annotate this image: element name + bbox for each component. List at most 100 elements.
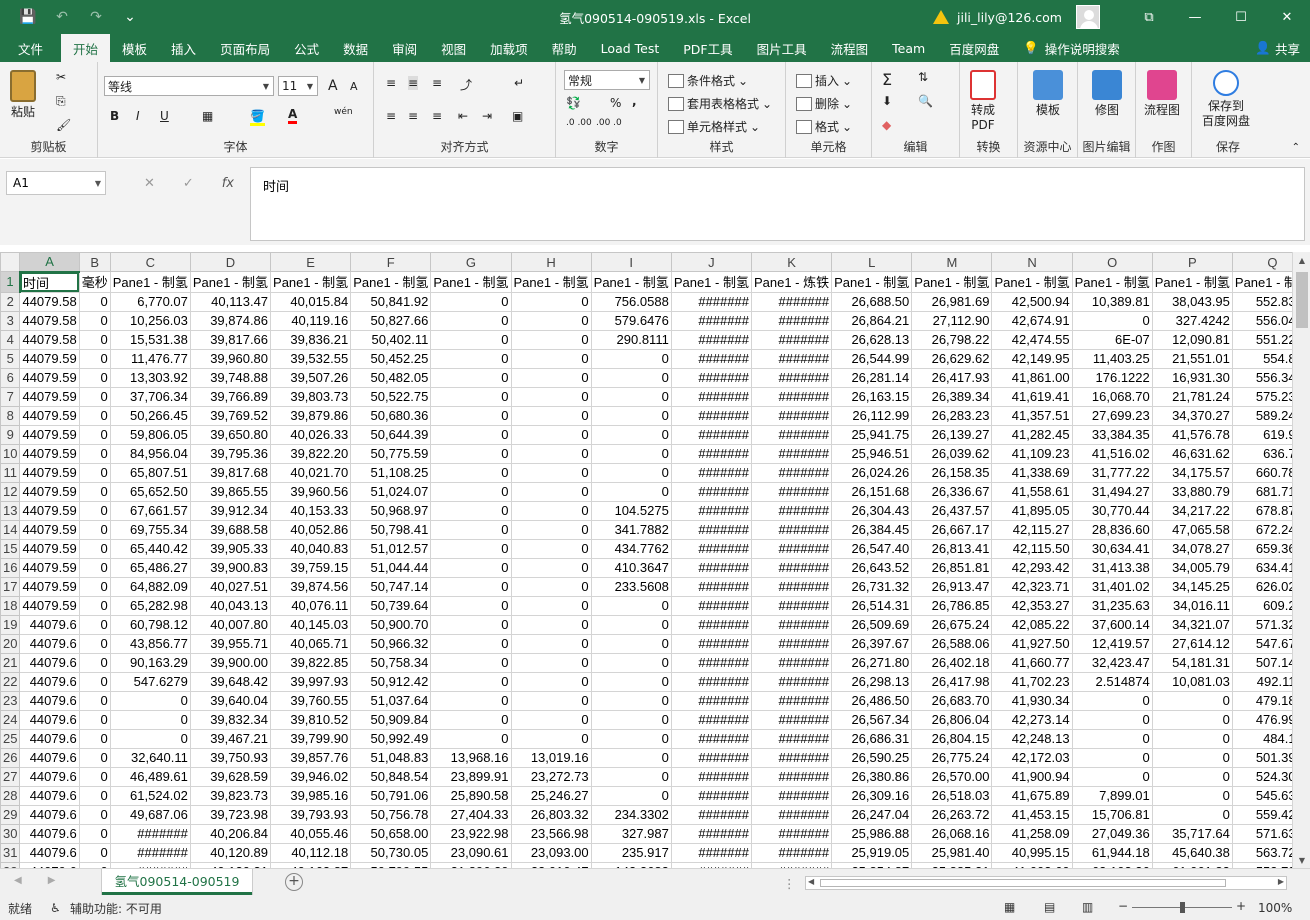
tell-me-search[interactable]: 💡 操作说明搜索 (1011, 34, 1132, 62)
cell[interactable]: 40,120.89 (189, 842, 272, 863)
cell[interactable]: 0 (430, 576, 512, 597)
column-header[interactable]: A (19, 252, 80, 273)
cell[interactable]: 40,145.03 (270, 614, 352, 635)
cell[interactable]: 41,930.34 (991, 690, 1073, 711)
cell[interactable]: 0 (78, 766, 111, 787)
cell[interactable]: 26,024.26 (831, 462, 913, 483)
cell[interactable]: 0 (510, 500, 592, 521)
cell[interactable]: 0 (78, 728, 111, 749)
page-break-view-icon[interactable]: ▥ (1082, 900, 1093, 914)
sort-filter-icon[interactable]: ⇅ (918, 70, 928, 84)
cell[interactable]: 0 (510, 329, 592, 350)
cell[interactable]: 634.4192 (1231, 557, 1292, 578)
cell[interactable]: 507.1444 (1231, 652, 1292, 673)
cell[interactable]: 39,985.16 (270, 785, 352, 806)
tab-load-test[interactable]: Load Test (589, 34, 672, 62)
cell[interactable]: 327.987 (590, 823, 672, 844)
cell[interactable]: ####### (670, 785, 752, 806)
cell[interactable]: 0 (1151, 804, 1233, 825)
insert-cells-button[interactable]: 插入 ⌄ (796, 72, 852, 89)
cell[interactable]: 40,026.33 (270, 424, 352, 445)
cell[interactable]: Pane1 - 制氢 (1231, 271, 1292, 293)
cell[interactable]: 50,730.05 (350, 842, 432, 863)
cell[interactable]: 26,163.15 (831, 386, 913, 407)
row-header[interactable]: 27 (0, 766, 21, 787)
cell[interactable]: 46,489.61 (109, 766, 191, 787)
column-header[interactable]: P (1151, 252, 1233, 272)
cell[interactable]: ####### (670, 728, 752, 749)
cell[interactable]: 39,817.68 (189, 462, 272, 483)
cell[interactable]: 时间 (19, 271, 80, 293)
cell[interactable]: 54,181.31 (1151, 652, 1233, 673)
cell[interactable]: 626.0291 (1231, 576, 1292, 597)
cell[interactable]: 0 (510, 481, 592, 502)
cell[interactable]: 44079.59 (19, 481, 80, 502)
maximize-button[interactable]: ☐ (1218, 0, 1264, 34)
cell[interactable]: 26,629.62 (911, 348, 993, 369)
percent-style-button[interactable]: % (610, 96, 621, 110)
cell[interactable]: ####### (670, 329, 752, 350)
tab-picture-tools[interactable]: 图片工具 (745, 34, 819, 62)
cell[interactable]: 0 (1071, 690, 1153, 711)
comma-style-button[interactable]: , (632, 94, 637, 108)
cell[interactable]: 41,282.45 (991, 424, 1073, 445)
cell[interactable]: 39,467.21 (189, 728, 272, 749)
cell[interactable]: 40,119.16 (270, 310, 352, 331)
row-header[interactable]: 23 (0, 690, 21, 711)
autosum-icon[interactable]: Σ (882, 70, 892, 89)
cell[interactable]: 26,304.43 (831, 500, 913, 521)
cell[interactable]: 0 (590, 747, 672, 768)
cell[interactable]: 0 (78, 538, 111, 559)
cell[interactable]: 0 (78, 310, 111, 331)
cell[interactable]: 50,747.14 (350, 576, 432, 597)
cell[interactable]: 0 (78, 367, 111, 388)
cell[interactable]: Pane1 - 制氢 (430, 271, 512, 293)
cell[interactable]: 0 (1151, 747, 1233, 768)
cell[interactable]: 33,880.79 (1151, 481, 1233, 502)
cell[interactable]: 47,065.58 (1151, 519, 1233, 540)
cell[interactable]: 0 (430, 595, 512, 616)
cell[interactable]: 0 (78, 652, 111, 673)
cell[interactable]: 0 (590, 652, 672, 673)
cell[interactable]: 0 (510, 690, 592, 711)
align-right-icon[interactable]: ≡ (432, 109, 442, 123)
cell[interactable]: 410.3647 (590, 557, 672, 578)
cell[interactable]: 41,338.69 (991, 462, 1073, 483)
column-header[interactable]: F (350, 252, 432, 272)
cell[interactable]: ####### (750, 595, 833, 616)
cell[interactable]: 26,417.98 (911, 671, 993, 692)
column-header[interactable]: O (1071, 252, 1153, 272)
cell[interactable]: 39,507.26 (270, 367, 352, 388)
cell[interactable]: 0 (510, 576, 592, 597)
cell[interactable]: 41,895.05 (991, 500, 1073, 521)
cell[interactable]: 40,052.86 (270, 519, 352, 540)
scroll-down-icon[interactable]: ▼ (1293, 852, 1310, 868)
cell[interactable]: 41,660.77 (991, 652, 1073, 673)
cell[interactable]: 501.3984 (1231, 747, 1292, 768)
tab-template[interactable]: 模板 (110, 34, 159, 62)
cell[interactable]: 41,357.51 (991, 405, 1073, 426)
cell[interactable]: 27,112.90 (911, 310, 993, 331)
cell[interactable]: ####### (750, 690, 833, 711)
cell[interactable]: ####### (750, 291, 833, 312)
cell[interactable]: 547.6279 (109, 671, 191, 692)
cell[interactable]: 26,806.04 (911, 709, 993, 730)
cell[interactable]: 0 (78, 804, 111, 825)
align-left-icon[interactable]: ≡ (386, 109, 396, 123)
cell[interactable]: 41,576.78 (1151, 424, 1233, 445)
cell[interactable]: 39,795.36 (189, 443, 272, 464)
cell[interactable]: 39,874.86 (189, 310, 272, 331)
cell[interactable]: ####### (750, 500, 833, 521)
cell[interactable]: 44079.58 (19, 310, 80, 331)
cell[interactable]: 0 (1071, 310, 1153, 331)
cell[interactable]: 0 (1151, 766, 1233, 787)
cell[interactable]: 26,731.32 (831, 576, 913, 597)
cell[interactable]: 26,283.23 (911, 405, 993, 426)
cell[interactable]: 40,113.47 (189, 291, 272, 312)
cell[interactable]: 84,956.04 (109, 443, 191, 464)
cell[interactable]: 42,674.91 (991, 310, 1073, 331)
worksheet-table[interactable]: ABCDEFGHIJKLMNOPQR 1时间毫秒Pane1 - 制氢Pane1 … (0, 252, 1292, 868)
cell[interactable]: 12,090.81 (1151, 329, 1233, 350)
cell[interactable]: 492.1175 (1231, 671, 1292, 692)
cell[interactable]: 44079.59 (19, 348, 80, 369)
